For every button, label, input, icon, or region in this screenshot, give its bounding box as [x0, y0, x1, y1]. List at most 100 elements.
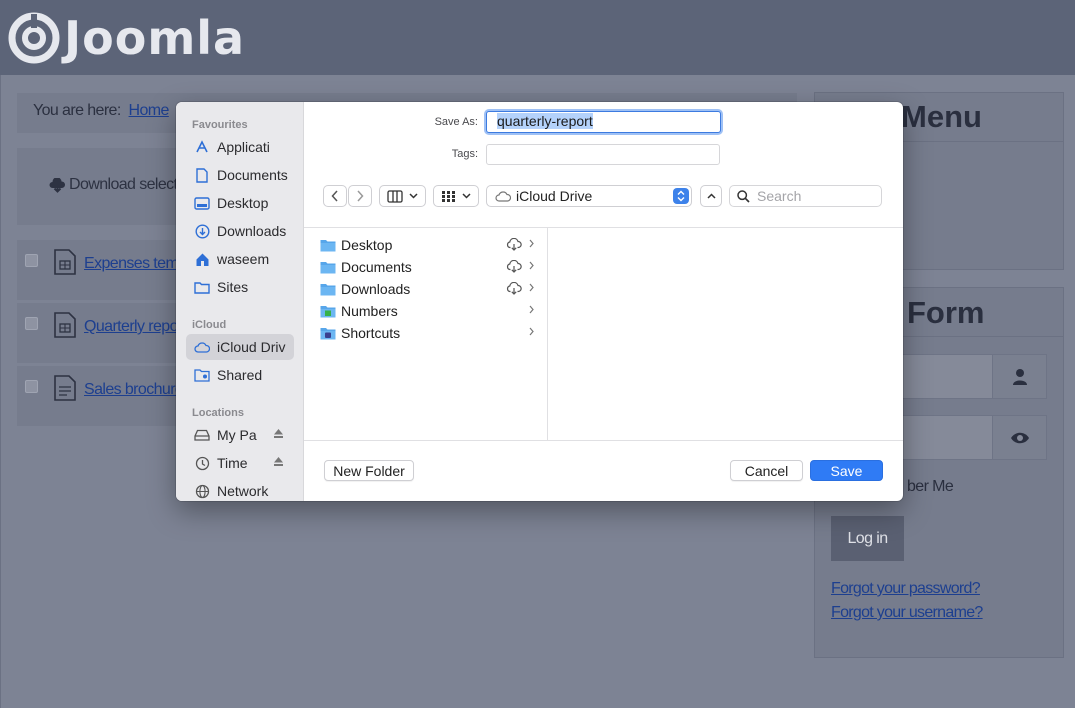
forgot-username-link[interactable]: Forgot your username? [831, 604, 983, 622]
cloud-download-icon[interactable] [506, 282, 522, 295]
logo-text: Joomla [64, 11, 246, 65]
sidebar-heading-locations: Locations [192, 407, 244, 419]
tags-label: Tags: [451, 148, 478, 160]
updown-chevron-icon [673, 188, 689, 204]
folder-row-shortcuts[interactable]: Shortcuts [320, 322, 534, 344]
sidebar-item-time-machine[interactable]: Time [186, 450, 294, 476]
eject-icon[interactable] [273, 456, 284, 467]
document-file-icon [54, 375, 76, 401]
sidebar-item-label: Sites [217, 279, 249, 295]
forward-button[interactable] [348, 185, 372, 207]
folder-name: Numbers [341, 303, 398, 319]
folder-name: Desktop [341, 237, 393, 253]
collapse-button[interactable] [700, 185, 722, 207]
cloud-download-icon[interactable] [506, 238, 522, 251]
sidebar-heading-icloud: iCloud [192, 319, 227, 331]
columns-view-icon [387, 189, 403, 203]
sidebar-item-label: waseem [217, 251, 270, 267]
group-by-button[interactable] [433, 185, 479, 207]
view-mode-button[interactable] [379, 185, 426, 207]
file-browser: Desktop Documents Downloads Numbers Shor… [304, 227, 903, 441]
file-checkbox[interactable] [25, 317, 38, 330]
sidebar-item-label: Applicati [217, 139, 270, 155]
dialog-main: Save As: quarterly-report Tags: iCloud D… [304, 102, 903, 501]
folder-row-documents[interactable]: Documents [320, 256, 534, 278]
save-button[interactable]: Save [810, 460, 883, 481]
sidebar-item-applications[interactable]: Applicati [186, 134, 294, 160]
file-link[interactable]: Expenses temp [84, 255, 187, 273]
chevron-right-icon [529, 283, 534, 292]
eject-icon[interactable] [273, 428, 284, 439]
icloud-icon [495, 190, 511, 202]
remember-me-label[interactable]: ber Me [907, 478, 954, 496]
sidebar-item-network[interactable]: Network [186, 478, 294, 501]
save-dialog: Favourites Applicati Documents Desktop D… [176, 102, 903, 501]
grid-icon [442, 190, 455, 202]
back-button[interactable] [323, 185, 347, 207]
sidebar-item-label: My Pa [217, 427, 257, 443]
file-checkbox[interactable] [25, 254, 38, 267]
sidebar-item-label: Documents [217, 167, 288, 183]
sidebar-item-label: Shared [217, 367, 263, 383]
browser-column: Desktop Documents Downloads Numbers Shor… [304, 228, 548, 440]
site-header: Joomla [0, 0, 1075, 75]
applications-icon [194, 139, 210, 155]
chevron-right-icon [357, 190, 364, 202]
module-title: Form [907, 295, 985, 330]
search-input[interactable]: Search [729, 185, 882, 207]
sidebar-item-downloads[interactable]: Downloads [186, 218, 294, 244]
numbers-folder-icon [320, 305, 336, 318]
search-placeholder: Search [757, 188, 802, 204]
folder-icon [320, 261, 336, 274]
download-selected-button[interactable]: Download selecte [49, 176, 186, 194]
joomla-logo-icon [8, 12, 60, 64]
folder-name: Documents [341, 259, 412, 275]
new-folder-button[interactable]: New Folder [324, 460, 414, 481]
sidebar-item-label: Time [217, 455, 248, 471]
show-password-eye-icon[interactable] [992, 416, 1046, 459]
breadcrumb-home-link[interactable]: Home [129, 102, 170, 119]
folder-icon [194, 279, 210, 295]
spreadsheet-file-icon [54, 312, 76, 338]
globe-icon [194, 483, 210, 499]
downloads-icon [194, 223, 210, 239]
login-button[interactable]: Log in [831, 516, 904, 561]
desktop-icon [194, 195, 210, 211]
sidebar-item-documents[interactable]: Documents [186, 162, 294, 188]
save-as-label: Save As: [434, 116, 478, 128]
chevron-down-icon [462, 193, 471, 199]
dialog-sidebar: Favourites Applicati Documents Desktop D… [176, 102, 304, 501]
file-link[interactable]: Sales brochure [84, 381, 184, 399]
file-link[interactable]: Quarterly repor [84, 318, 183, 336]
folder-icon [320, 283, 336, 296]
sidebar-item-drive[interactable]: My Pa [186, 422, 294, 448]
sidebar-item-sites[interactable]: Sites [186, 274, 294, 300]
folder-name: Shortcuts [341, 325, 401, 341]
chevron-right-icon [529, 261, 534, 270]
sidebar-item-shared[interactable]: Shared [186, 362, 294, 388]
chevron-right-icon [529, 305, 534, 314]
location-select[interactable]: iCloud Drive [486, 185, 692, 207]
forgot-password-link[interactable]: Forgot your password? [831, 580, 981, 598]
site-logo[interactable]: Joomla [8, 12, 245, 64]
sidebar-item-home[interactable]: waseem [186, 246, 294, 272]
sidebar-item-desktop[interactable]: Desktop [186, 190, 294, 216]
tags-input[interactable] [486, 144, 720, 165]
cloud-download-icon [49, 177, 65, 193]
sidebar-item-label: Network [217, 483, 269, 499]
document-icon [194, 167, 210, 183]
home-icon [194, 251, 210, 267]
sidebar-heading-favourites: Favourites [192, 119, 248, 131]
cloud-download-icon[interactable] [506, 260, 522, 273]
chevron-up-icon [706, 193, 716, 199]
sidebar-item-label: Desktop [217, 195, 269, 211]
folder-row-downloads[interactable]: Downloads [320, 278, 534, 300]
sidebar-item-icloud-drive[interactable]: iCloud Driv [186, 334, 294, 360]
breadcrumb-prefix: You are here: [33, 102, 121, 119]
cancel-button[interactable]: Cancel [730, 460, 803, 481]
file-checkbox[interactable] [25, 380, 38, 393]
folder-row-numbers[interactable]: Numbers [320, 300, 534, 322]
icloud-icon [194, 339, 210, 355]
folder-row-desktop[interactable]: Desktop [320, 234, 534, 256]
save-as-input[interactable]: quarterly-report [486, 111, 721, 133]
